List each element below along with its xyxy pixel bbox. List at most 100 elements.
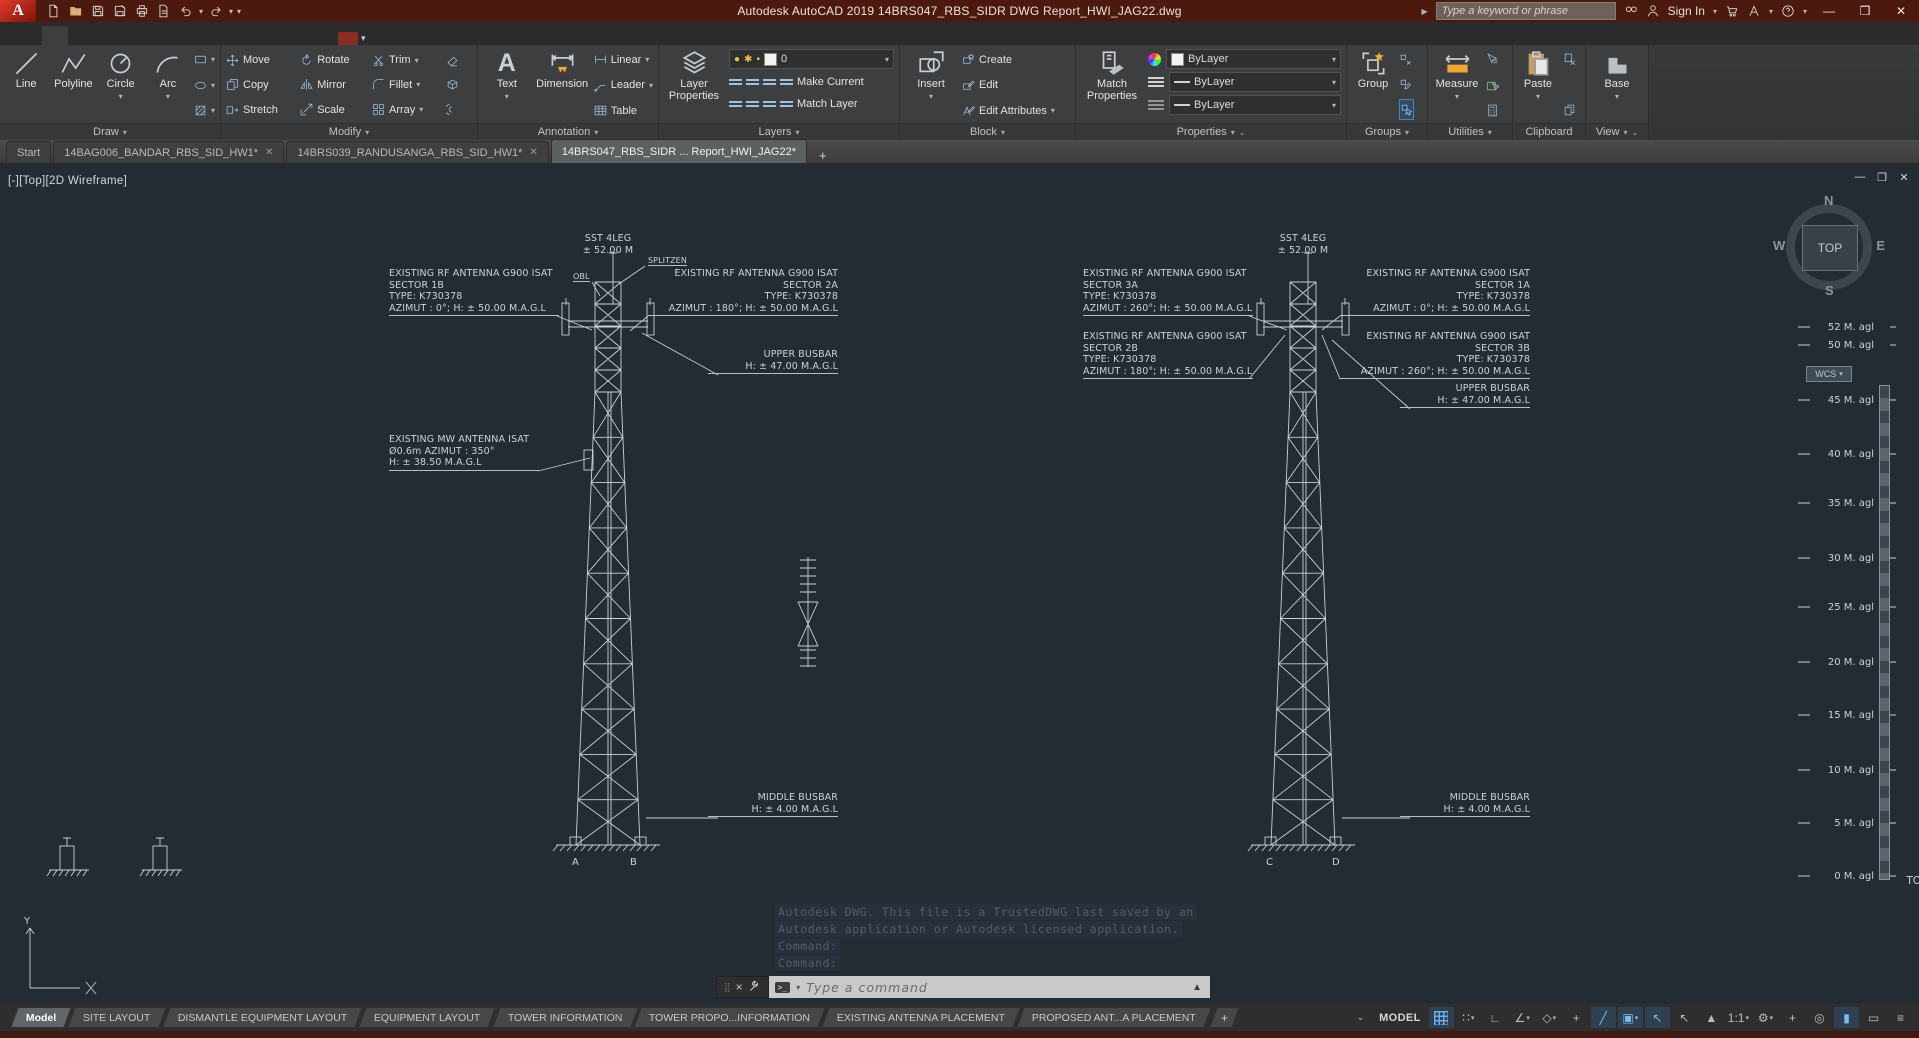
group-selectable-toggle[interactable] bbox=[1399, 99, 1414, 120]
redo-dropdown-icon[interactable]: ▾ bbox=[229, 7, 233, 16]
ribbon-tab[interactable] bbox=[250, 26, 276, 47]
copy-button[interactable]: Copy bbox=[226, 75, 291, 94]
layer-on-icon[interactable]: ● bbox=[734, 54, 740, 65]
compass-north[interactable]: N bbox=[1824, 193, 1833, 208]
polar-tracking-toggle[interactable]: ∠▾ bbox=[1510, 1007, 1535, 1028]
drawing-restore-icon[interactable]: ❒ bbox=[1873, 171, 1891, 184]
help-icon[interactable] bbox=[1781, 4, 1795, 19]
paste-button[interactable]: Paste▾ bbox=[1518, 48, 1558, 122]
layout-tab[interactable]: Model bbox=[10, 1007, 72, 1028]
close-button[interactable]: ✕ bbox=[1887, 1, 1915, 21]
clean-screen-button[interactable]: ▭ bbox=[1861, 1007, 1886, 1028]
quick-calculator-button[interactable] bbox=[1486, 101, 1499, 120]
circle-button[interactable]: Circle▾ bbox=[100, 48, 142, 122]
annotation-scale-button[interactable]: 1:1▾ bbox=[1726, 1007, 1751, 1028]
ribbon-tab[interactable] bbox=[146, 26, 172, 47]
group-edit-button[interactable] bbox=[1399, 75, 1414, 94]
arc-button[interactable]: Arc▾ bbox=[147, 48, 189, 122]
cut-button[interactable] bbox=[1563, 50, 1576, 69]
quick-select-button[interactable] bbox=[1486, 50, 1499, 69]
new-tab-button[interactable]: + bbox=[815, 148, 831, 163]
ribbon-extra-icon[interactable] bbox=[338, 32, 358, 45]
customize-qat-icon[interactable]: ▾ bbox=[237, 7, 241, 16]
object-snap-tracking-toggle[interactable]: + bbox=[1564, 1007, 1589, 1028]
layer-tool-icon[interactable] bbox=[746, 99, 759, 109]
layout-tab[interactable]: TOWER PROPO...INFORMATION bbox=[633, 1007, 826, 1028]
base-view-button[interactable]: Base▾ bbox=[1595, 48, 1639, 122]
lineweight-icon[interactable] bbox=[1148, 77, 1164, 87]
ribbon-tab[interactable] bbox=[94, 26, 120, 47]
panel-label-modify[interactable]: Modify▾ bbox=[221, 123, 477, 140]
status-expand-icon[interactable]: ⌄ bbox=[1348, 1007, 1373, 1028]
measure-button[interactable]: Measure▾ bbox=[1433, 48, 1481, 122]
make-current-row[interactable]: Make Current bbox=[729, 72, 894, 91]
annotation-monitor-toggle[interactable]: + bbox=[1780, 1007, 1805, 1028]
insert-block-button[interactable]: Insert▾ bbox=[905, 48, 957, 122]
sign-in-dropdown-icon[interactable]: ▾ bbox=[1713, 7, 1717, 16]
grid-toggle[interactable] bbox=[1429, 1007, 1454, 1028]
layout-tab[interactable]: EQUIPMENT LAYOUT bbox=[358, 1007, 496, 1028]
autoscale-annotation-toggle[interactable]: ▲ bbox=[1699, 1007, 1724, 1028]
trim-button[interactable]: Trim▾ bbox=[372, 51, 437, 70]
ortho-toggle[interactable]: ╱ bbox=[1591, 1007, 1616, 1028]
new-file-icon[interactable] bbox=[44, 2, 64, 20]
new-layout-button[interactable]: + bbox=[1210, 1007, 1241, 1028]
move-button[interactable]: Move bbox=[226, 51, 291, 70]
linetype-select[interactable]: ByLayer▾ bbox=[1169, 95, 1341, 115]
erase-button[interactable] bbox=[446, 51, 472, 70]
offset-button[interactable] bbox=[446, 100, 472, 119]
save-icon[interactable] bbox=[88, 2, 108, 20]
ribbon-tab[interactable] bbox=[120, 26, 146, 47]
panel-label-draw[interactable]: Draw▾ bbox=[0, 123, 220, 140]
layout-tab[interactable]: DISMANTLE EQUIPMENT LAYOUT bbox=[162, 1007, 363, 1028]
compass-east[interactable]: E bbox=[1876, 238, 1885, 253]
panel-label-view[interactable]: View▾⌄ bbox=[1586, 123, 1648, 140]
select-similar-button[interactable] bbox=[1486, 76, 1499, 95]
close-tab-icon[interactable]: ✕ bbox=[265, 147, 273, 158]
layer-tool-icon[interactable] bbox=[763, 99, 776, 109]
ribbon-tab[interactable] bbox=[68, 26, 94, 47]
ellipse-tool-button[interactable]: ▾ bbox=[194, 76, 215, 95]
create-block-button[interactable]: Create bbox=[962, 50, 1055, 69]
layer-tool-icon[interactable] bbox=[729, 99, 742, 109]
text-button[interactable]: A Text▾ bbox=[483, 48, 531, 122]
drawing-canvas[interactable]: Y [-][Top][2D Wireframe] — ❒ ✕ SST 4LEG±… bbox=[0, 163, 1919, 1004]
rectangle-tool-button[interactable]: ▾ bbox=[194, 50, 215, 69]
hatch-tool-button[interactable]: ▾ bbox=[194, 101, 215, 120]
app-store-cart-icon[interactable] bbox=[1725, 4, 1739, 19]
graphics-performance-toggle[interactable]: ▮ bbox=[1834, 1007, 1859, 1028]
linetype-icon[interactable] bbox=[1148, 100, 1164, 110]
command-dropdown-icon[interactable]: ▾ bbox=[796, 983, 800, 992]
layout-tab[interactable]: EXISTING ANTENNA PLACEMENT bbox=[822, 1007, 1022, 1028]
ribbon-tab[interactable] bbox=[172, 26, 198, 47]
snap-toggle[interactable]: ∷▾ bbox=[1456, 1007, 1481, 1028]
viewport-controls[interactable]: [-][Top][2D Wireframe] bbox=[8, 175, 127, 187]
dimension-button[interactable]: Dimension bbox=[536, 48, 589, 122]
view-cube-top-face[interactable]: TOP bbox=[1802, 225, 1858, 271]
isometric-drafting-toggle[interactable]: ◇▾ bbox=[1537, 1007, 1562, 1028]
search-expander-icon[interactable]: ▶ bbox=[1421, 7, 1427, 16]
customization-menu-button[interactable]: ≡ bbox=[1888, 1007, 1913, 1028]
panel-label-utilities[interactable]: Utilities▾ bbox=[1428, 123, 1512, 140]
ribbon-tab[interactable] bbox=[224, 26, 250, 47]
autodesk-exchange-icon[interactable] bbox=[1747, 4, 1761, 19]
scale-button[interactable]: Scale bbox=[300, 100, 363, 119]
layer-tool-icon[interactable] bbox=[780, 99, 793, 109]
command-line-bar[interactable]: ⣿ × >_ ▾ Type a command ▲ bbox=[716, 976, 1210, 998]
explode-button[interactable] bbox=[446, 75, 472, 94]
compass-west[interactable]: W bbox=[1773, 238, 1785, 253]
panel-label-annotation[interactable]: Annotation▾ bbox=[478, 123, 658, 140]
command-expand-icon[interactable]: ▲ bbox=[1192, 982, 1204, 993]
layer-unlock-icon[interactable]: ▪ bbox=[756, 54, 760, 65]
edit-block-button[interactable]: Edit bbox=[962, 76, 1055, 95]
sign-in-link[interactable]: Sign In bbox=[1668, 4, 1705, 18]
open-file-icon[interactable] bbox=[66, 2, 86, 20]
layout-tab[interactable]: TOWER INFORMATION bbox=[492, 1007, 638, 1028]
file-tab[interactable]: 14BAG006_BANDAR_RBS_SID_HW1*✕ bbox=[53, 141, 284, 163]
color-wheel-icon[interactable] bbox=[1148, 53, 1161, 66]
stretch-button[interactable]: Stretch bbox=[226, 100, 291, 119]
copy-clip-button[interactable] bbox=[1563, 101, 1576, 120]
panel-label-properties[interactable]: Properties▾⌄ bbox=[1076, 123, 1346, 140]
selection-cycling-toggle[interactable]: ↖ bbox=[1645, 1007, 1670, 1028]
ribbon-tab[interactable] bbox=[42, 26, 68, 47]
